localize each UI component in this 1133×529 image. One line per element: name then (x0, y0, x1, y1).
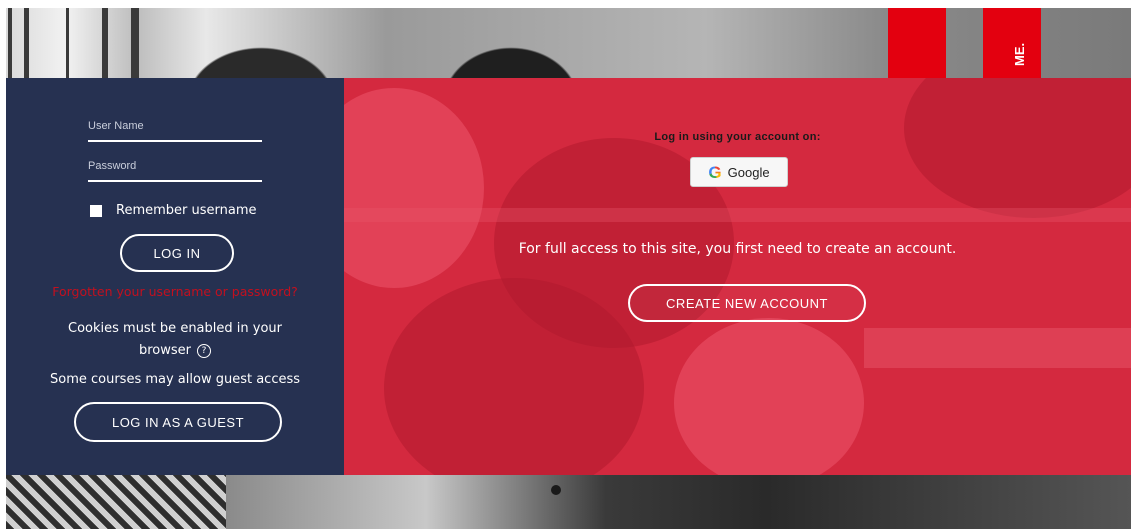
photo-overlay (904, 78, 1131, 218)
remember-label: Remember username (116, 203, 257, 218)
brand-block (888, 8, 946, 78)
photo-overlay (344, 88, 484, 288)
photo-detail (8, 8, 12, 78)
brand-banner: ME. (983, 8, 1041, 78)
login-page: ME. Remember username LOG IN Forgotten y… (6, 8, 1131, 529)
background-photo-top (6, 8, 1131, 78)
question-circle-icon[interactable]: ? (197, 343, 211, 358)
login-panel: Remember username LOG IN Forgotten your … (6, 78, 344, 475)
photo-detail (551, 485, 561, 495)
remember-username[interactable]: Remember username (90, 203, 257, 218)
cookies-notice: Cookies must be enabled in your browser? (45, 318, 305, 362)
cookies-notice-text: Cookies must be enabled in your browser (68, 321, 282, 358)
google-login-button[interactable]: G Google (690, 157, 788, 187)
google-g-icon: G (708, 162, 722, 182)
photo-overlay (674, 318, 864, 475)
signup-panel: Log in using your account on: G Google F… (344, 78, 1131, 475)
photo-detail (131, 8, 139, 78)
forgot-password-link[interactable]: Forgotten your username or password? (6, 284, 344, 299)
photo-overlay (344, 208, 1131, 222)
background-photo-bottom (6, 475, 1131, 529)
photo-overlay (864, 328, 1131, 368)
guest-login-button[interactable]: LOG IN AS A GUEST (74, 402, 282, 442)
guest-notice: Some courses may allow guest access (49, 372, 301, 387)
password-input[interactable] (88, 152, 262, 182)
auth-heading: Log in using your account on: (654, 131, 821, 143)
access-text: For full access to this site, you first … (518, 241, 957, 257)
remember-checkbox[interactable] (90, 204, 102, 217)
brand-banner-text: ME. (1012, 42, 1027, 66)
google-label: Google (727, 164, 770, 180)
photo-detail (66, 8, 69, 78)
login-button[interactable]: LOG IN (120, 234, 234, 272)
username-input[interactable] (88, 112, 262, 142)
create-account-button[interactable]: CREATE NEW ACCOUNT (628, 284, 866, 322)
photo-detail (102, 8, 108, 78)
photo-detail (24, 8, 29, 78)
